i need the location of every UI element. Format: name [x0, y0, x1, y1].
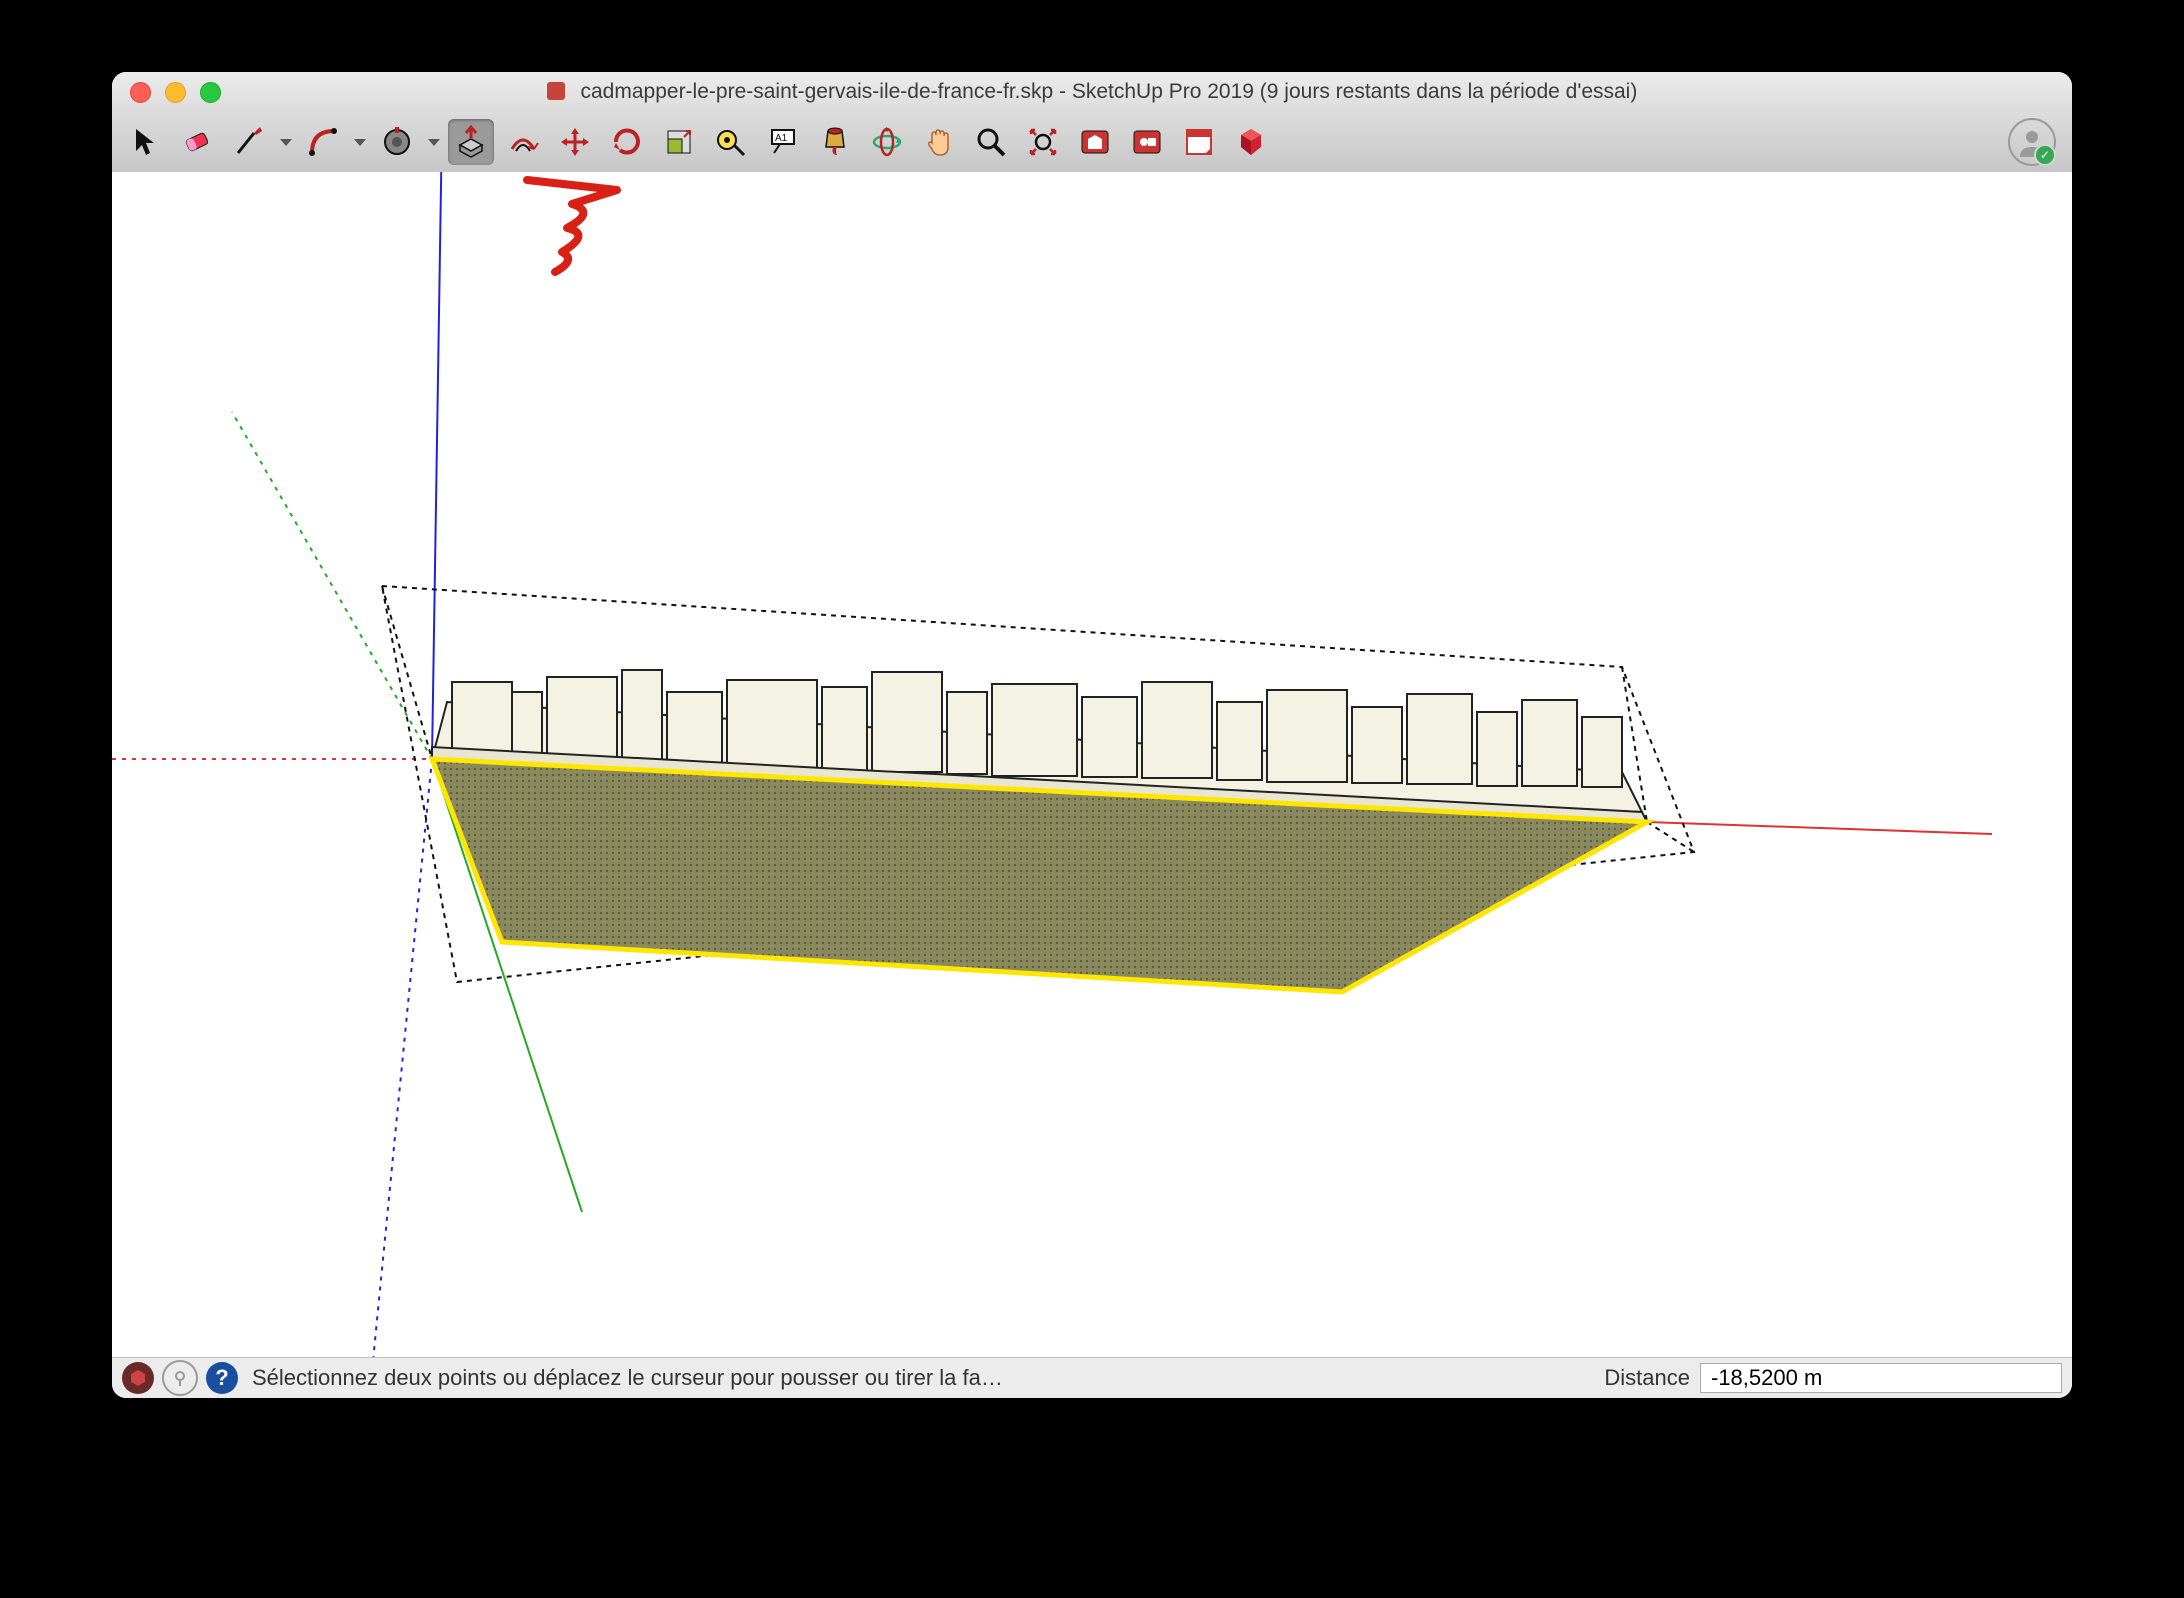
rotate-tool[interactable]: [604, 119, 650, 165]
maximize-window-button[interactable]: [200, 82, 221, 103]
line-tool[interactable]: [226, 119, 272, 165]
paint-tool[interactable]: [812, 119, 858, 165]
arc-tool-dropdown[interactable]: [352, 139, 368, 146]
zoom-extents-tool[interactable]: [1020, 119, 1066, 165]
select-tool[interactable]: [122, 119, 168, 165]
window-controls: [130, 82, 221, 103]
eraser-tool[interactable]: [174, 119, 220, 165]
text-tool[interactable]: A1: [760, 119, 806, 165]
ruby-console-icon[interactable]: [122, 1362, 154, 1394]
tape-tool[interactable]: [708, 119, 754, 165]
svg-text:A1: A1: [775, 133, 788, 144]
title-file: cadmapper-le-pre-saint-gervais-ile-de-fr…: [581, 80, 1054, 103]
extensions-tool[interactable]: [1228, 119, 1274, 165]
app-window: cadmapper-le-pre-saint-gervais-ile-de-fr…: [112, 72, 2072, 1398]
measurement-input[interactable]: [1700, 1363, 2062, 1393]
status-hint: Sélectionnez deux points ou déplacez le …: [252, 1365, 1003, 1391]
measurement-label: Distance: [1604, 1365, 1690, 1391]
geolocation-icon[interactable]: [162, 1360, 198, 1396]
move-tool[interactable]: [552, 119, 598, 165]
close-window-button[interactable]: [130, 82, 151, 103]
titlebar: cadmapper-le-pre-saint-gervais-ile-de-fr…: [112, 72, 2072, 112]
scale-tool[interactable]: [656, 119, 702, 165]
model-viewport[interactable]: [112, 172, 2072, 1358]
window-title: cadmapper-le-pre-saint-gervais-ile-de-fr…: [112, 80, 2072, 104]
arc-tool[interactable]: [300, 119, 346, 165]
line-tool-dropdown[interactable]: [278, 139, 294, 146]
minimize-window-button[interactable]: [165, 82, 186, 103]
pushpull-tool[interactable]: [448, 119, 494, 165]
shape-tool-dropdown[interactable]: [426, 139, 442, 146]
toolbar: A1 ✓: [112, 112, 2072, 173]
zoom-tool[interactable]: [968, 119, 1014, 165]
sketchup-file-icon: [547, 82, 565, 100]
warehouse-tool[interactable]: [1072, 119, 1118, 165]
orbit-tool[interactable]: [864, 119, 910, 165]
offset-tool[interactable]: [500, 119, 546, 165]
layout-tool[interactable]: [1176, 119, 1222, 165]
shape-tool[interactable]: [374, 119, 420, 165]
user-account-button[interactable]: ✓: [2008, 118, 2056, 166]
extension-warehouse-tool[interactable]: [1124, 119, 1170, 165]
title-app: SketchUp Pro 2019 (9 jours restants dans…: [1072, 80, 1637, 103]
pan-tool[interactable]: [916, 119, 962, 165]
help-icon[interactable]: ?: [206, 1362, 238, 1394]
status-bar: ? Sélectionnez deux points ou déplacez l…: [112, 1357, 2072, 1398]
user-status-badge: ✓: [2034, 144, 2056, 166]
